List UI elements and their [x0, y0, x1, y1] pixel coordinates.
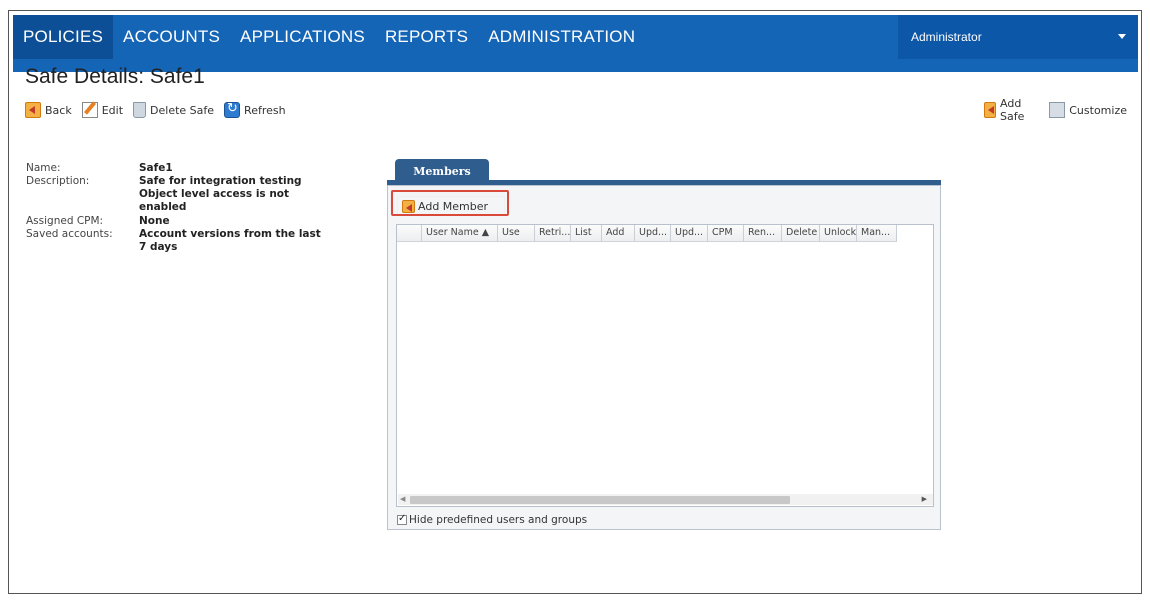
app-window: POLICIES ACCOUNTS APPLICATIONS REPORTS A… [8, 10, 1142, 594]
add-member-button[interactable]: Add Member [397, 196, 505, 216]
scroll-left-icon[interactable]: ◀ [400, 494, 405, 505]
column-header-use[interactable]: Use [498, 225, 535, 242]
column-header-cpm[interactable]: CPM [708, 225, 744, 242]
nav-applications[interactable]: APPLICATIONS [230, 15, 375, 59]
saved-accounts-label: Saved accounts: [26, 228, 113, 240]
column-header-rename[interactable]: Ren... [744, 225, 782, 242]
cpm-label: Assigned CPM: [26, 215, 104, 227]
column-header-user-name[interactable]: User Name ▲ [422, 225, 498, 242]
page-title: Safe Details: Safe1 [25, 65, 205, 88]
scroll-right-icon[interactable]: ▶ [922, 494, 927, 505]
members-content: Add Member User Name ▲ Use Retri... List… [387, 185, 941, 530]
column-header-retrieve[interactable]: Retri... [535, 225, 571, 242]
caret-down-icon [1118, 34, 1126, 39]
column-header-manage[interactable]: Man... [857, 225, 897, 242]
members-panel: Members Add Member User Name ▲ Use Retri… [387, 159, 941, 531]
scrollbar-thumb[interactable] [410, 496, 790, 504]
cpm-value: None [139, 215, 170, 227]
customize-button[interactable]: Customize [1049, 102, 1127, 118]
nav-accounts[interactable]: ACCOUNTS [113, 15, 230, 59]
back-arrow-icon [25, 102, 41, 118]
user-name: Administrator [911, 30, 982, 44]
add-safe-label: Add Safe [1000, 97, 1025, 123]
edit-label: Edit [101, 103, 124, 117]
delete-label: Delete Safe [150, 103, 215, 117]
add-member-label: Add Member [418, 199, 489, 213]
delete-safe-button[interactable]: Delete Safe [133, 102, 214, 118]
customize-label: Customize [1069, 103, 1127, 117]
add-safe-icon [984, 102, 997, 118]
column-header-list[interactable]: List [571, 225, 602, 242]
hide-predefined-option[interactable]: Hide predefined users and groups [397, 513, 588, 526]
column-header-update-content[interactable]: Upd... [635, 225, 671, 242]
column-header-select[interactable] [397, 225, 422, 242]
description-value: Safe for integration testing [139, 175, 302, 187]
name-label: Name: [26, 162, 61, 174]
nav-menu: POLICIES ACCOUNTS APPLICATIONS REPORTS A… [13, 15, 645, 59]
nav-reports[interactable]: REPORTS [375, 15, 478, 59]
add-safe-button[interactable]: Add Safe [984, 97, 1035, 123]
name-value: Safe1 [139, 162, 173, 174]
top-navigation-bar: POLICIES ACCOUNTS APPLICATIONS REPORTS A… [13, 15, 1138, 72]
description-label: Description: [26, 175, 90, 187]
toolbar-right: Add Safe Customize [984, 97, 1141, 123]
nav-policies[interactable]: POLICIES [13, 15, 114, 59]
column-header-update-properties[interactable]: Upd... [671, 225, 708, 242]
hide-predefined-checkbox[interactable] [397, 513, 407, 525]
nav-administration[interactable]: ADMINISTRATION [478, 15, 645, 59]
horizontal-scrollbar[interactable]: ◀ ▶ [398, 494, 933, 505]
edit-button[interactable]: Edit [81, 102, 124, 118]
refresh-icon [224, 101, 241, 118]
toolbar: Back Edit Delete Safe Refresh [25, 100, 296, 120]
refresh-button[interactable]: Refresh [224, 101, 286, 118]
object-access-value: Object level access is not enabled [139, 188, 290, 213]
add-member-icon [402, 199, 415, 213]
members-table: User Name ▲ Use Retri... List Add Upd...… [396, 224, 934, 507]
safe-details: Name: Safe1 Description: Safe for integr… [26, 162, 339, 254]
column-header-add[interactable]: Add [602, 225, 635, 242]
trash-icon [133, 102, 147, 118]
hide-predefined-label: Hide predefined users and groups [409, 514, 588, 526]
refresh-label: Refresh [244, 103, 286, 117]
column-header-unlock[interactable]: Unlock [820, 225, 857, 242]
back-button[interactable]: Back [25, 102, 72, 118]
table-header: User Name ▲ Use Retri... List Add Upd...… [397, 225, 897, 242]
user-menu[interactable]: Administrator [898, 15, 1138, 59]
customize-icon [1049, 102, 1066, 118]
column-header-delete[interactable]: Delete [782, 225, 820, 242]
saved-accounts-value: Account versions from the last 7 days [139, 228, 321, 253]
pencil-icon [81, 102, 98, 118]
back-label: Back [45, 103, 72, 117]
